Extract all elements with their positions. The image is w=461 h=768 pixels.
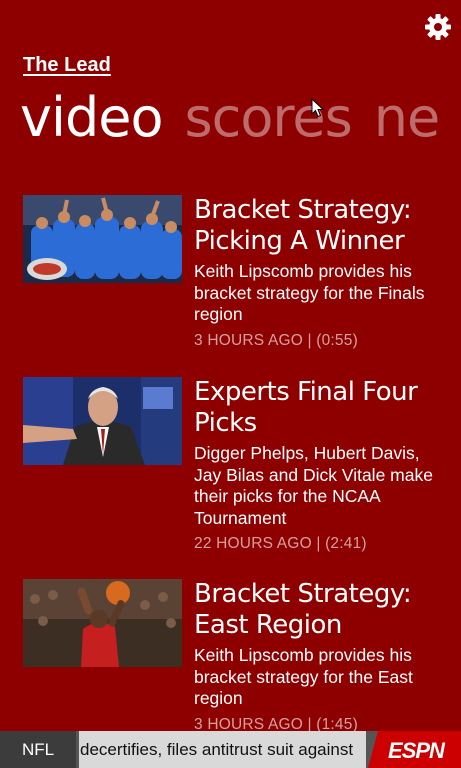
gear-icon	[425, 14, 451, 40]
video-description: Digger Phelps, Hubert Davis, Jay Bilas a…	[194, 443, 433, 528]
espn-logo-text: ESPN	[388, 738, 446, 763]
video-title: Experts Final Four Picks	[194, 377, 418, 438]
pivot-header: video scores ne	[20, 82, 461, 154]
app-title[interactable]: The Lead	[23, 54, 111, 77]
video-title: Bracket Strategy: Picking A Winner	[194, 195, 412, 256]
video-item[interactable]: Bracket Strategy: Picking A Winner Keith…	[23, 195, 443, 355]
espn-logo: ESPN	[366, 731, 461, 768]
settings-gear-icon[interactable]	[424, 13, 452, 41]
video-description: Keith Lipscomb provides his bracket stra…	[194, 645, 413, 708]
video-thumbnail[interactable]	[23, 579, 182, 667]
video-title: Bracket Strategy: East Region	[194, 579, 412, 640]
video-item[interactable]: Bracket Strategy: East Region Keith Lips…	[23, 579, 443, 733]
pivot-scores[interactable]: scores	[185, 82, 353, 154]
video-meta: 22 HOURS AGO | (2:41)	[194, 535, 367, 552]
pivot-video[interactable]: video	[20, 82, 163, 154]
pivot-news[interactable]: ne	[374, 82, 440, 154]
video-meta: 3 HOURS AGO | (0:55)	[194, 331, 358, 349]
video-thumbnail[interactable]	[23, 195, 182, 283]
news-ticker[interactable]: NFL decertifies, files antitrust suit ag…	[0, 731, 461, 768]
video-item[interactable]: Experts Final Four Picks Digger Phelps, …	[23, 377, 443, 557]
video-description: Keith Lipscomb provides his bracket stra…	[194, 261, 425, 324]
video-thumbnail[interactable]	[23, 377, 182, 465]
ticker-headline[interactable]: decertifies, files antitrust suit agains…	[79, 731, 379, 768]
mouse-cursor-icon	[311, 98, 325, 118]
ticker-category[interactable]: NFL	[0, 731, 76, 768]
